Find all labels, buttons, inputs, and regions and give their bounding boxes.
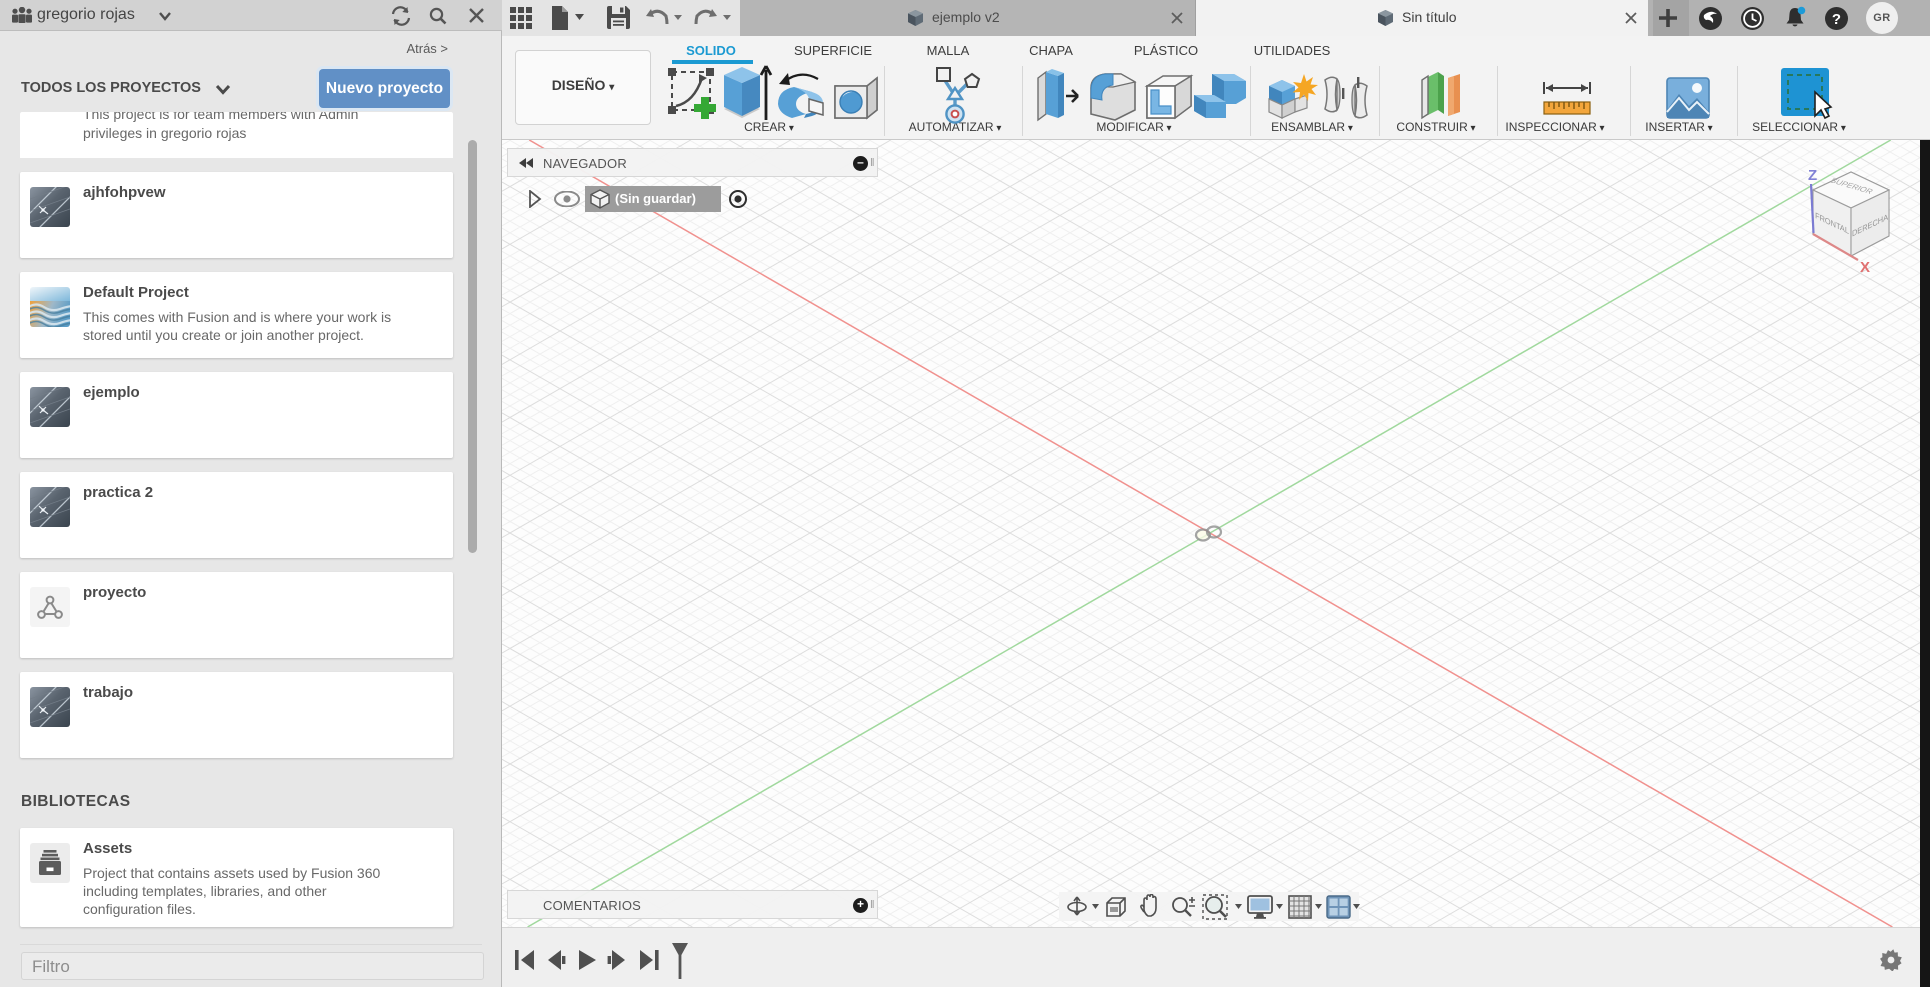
svg-text:?: ? [1832, 11, 1841, 28]
svg-text:Z: Z [1808, 167, 1817, 184]
svg-text:X: X [1860, 259, 1870, 276]
